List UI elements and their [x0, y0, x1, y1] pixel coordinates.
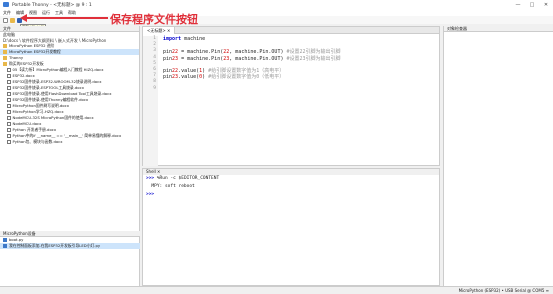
- code-editor[interactable]: <无标题> ✕ 1 import machine 2 3 pin22 = machine…: [142, 26, 440, 166]
- menu-help[interactable]: 帮助: [68, 10, 76, 16]
- window-controls: — □ ✕: [511, 2, 553, 8]
- close-button[interactable]: ✕: [539, 2, 553, 8]
- file-icon: [7, 116, 11, 120]
- line-number: 4: [153, 54, 156, 60]
- shell-output: MPY: soft reboot: [143, 183, 439, 191]
- code-text: import machine: [163, 36, 206, 42]
- menu-file[interactable]: 文件: [3, 10, 11, 16]
- line-number: 8: [153, 79, 156, 85]
- device-file-item[interactable]: 我在控制面板添加-在我ESP32开发板引导LED小灯.py: [0, 243, 140, 249]
- editor-tabbar: <无标题> ✕: [143, 27, 439, 34]
- maximize-button[interactable]: □: [525, 2, 539, 8]
- file-icon: [7, 110, 11, 114]
- annotation-arrow: [26, 17, 108, 19]
- file-icon: [7, 104, 11, 108]
- menu-tools[interactable]: 工具: [55, 10, 63, 16]
- file-list-item[interactable]: Python包、模块与函数.docx: [0, 139, 139, 145]
- device-file-name: 我在控制面板添加-在我ESP32开发板引导LED小灯.py: [9, 243, 101, 248]
- file-icon: [7, 134, 11, 138]
- file-icon: [7, 80, 11, 84]
- folder-icon: [3, 50, 7, 54]
- annotation-label: 保存程序文件按钮: [110, 13, 198, 26]
- file-icon: [7, 86, 11, 90]
- app-icon: [3, 2, 9, 7]
- files-panel: 文件 此电脑 D:\docs \ 软件程序大纲资料 \ 嵌入式开发 \ Micr…: [0, 26, 140, 286]
- object-inspector-title: 对象检查器: [444, 26, 553, 32]
- file-list: MicroPython ESP32 进阶 MicroPython ESP32开发教…: [0, 43, 139, 145]
- menu-bar: 文件 编辑 视图 运行 工具 帮助: [0, 9, 553, 16]
- open-file-icon[interactable]: [10, 17, 15, 23]
- python-file-icon: [3, 244, 7, 248]
- new-file-icon[interactable]: [3, 17, 8, 23]
- code-area[interactable]: 1 import machine 2 3 pin22 = machine.Pin(22,…: [143, 36, 439, 166]
- shell-input-line[interactable]: >>>: [143, 191, 439, 199]
- menu-run[interactable]: 运行: [42, 10, 50, 16]
- line-number: 9: [153, 85, 156, 91]
- line-number: 2: [153, 42, 156, 48]
- line-number: 1: [153, 36, 156, 41]
- file-name: Python包、模块与函数.docx: [12, 139, 63, 144]
- device-file-list: boot.py 我在控制面板添加-在我ESP32开发板引导LED小灯.py: [0, 237, 140, 249]
- shell-command-line: >>> %Run -c $EDITOR_CONTENT: [143, 175, 439, 183]
- file-icon: [7, 128, 11, 132]
- status-bar[interactable]: MicroPython (ESP32) • USB Serial @ COM5 …: [0, 286, 553, 294]
- line-number: 3: [153, 48, 156, 54]
- minimize-button[interactable]: —: [511, 2, 525, 8]
- file-icon: [7, 92, 11, 96]
- file-icon: [7, 74, 11, 78]
- shell-panel[interactable]: Shell ✕ >>> %Run -c $EDITOR_CONTENT MPY:…: [142, 168, 440, 286]
- shell-output-text: MPY: soft reboot: [151, 184, 195, 189]
- device-files: MicroPython设备 boot.py 我在控制面板添加-在我ESP32开发板…: [0, 231, 140, 249]
- title-bar: Portable Thonny - <无标题> @ 9 : 1 — □ ✕: [0, 0, 553, 9]
- menu-view[interactable]: 视图: [29, 10, 37, 16]
- line-number: 7: [153, 73, 156, 79]
- window-title: Portable Thonny - <无标题> @ 9 : 1: [12, 2, 92, 8]
- folder-icon: [3, 62, 7, 66]
- line-number: 5: [153, 60, 156, 66]
- object-inspector: 对象检查器: [443, 26, 553, 286]
- python-file-icon: [3, 238, 7, 242]
- line-number: 6: [153, 66, 156, 72]
- file-icon: [7, 68, 11, 72]
- shell-command: %Run -c $EDITOR_CONTENT: [154, 176, 220, 181]
- folder-icon: [3, 56, 7, 60]
- folder-icon: [3, 44, 7, 48]
- shell-prompt-2: >>>: [146, 192, 155, 197]
- file-icon: [7, 140, 11, 144]
- code-line[interactable]: 9: [143, 86, 439, 92]
- shell-prompt: >>>: [146, 176, 155, 181]
- file-icon: [7, 98, 11, 102]
- file-icon: [7, 122, 11, 126]
- editor-tab[interactable]: <无标题> ✕: [143, 27, 176, 34]
